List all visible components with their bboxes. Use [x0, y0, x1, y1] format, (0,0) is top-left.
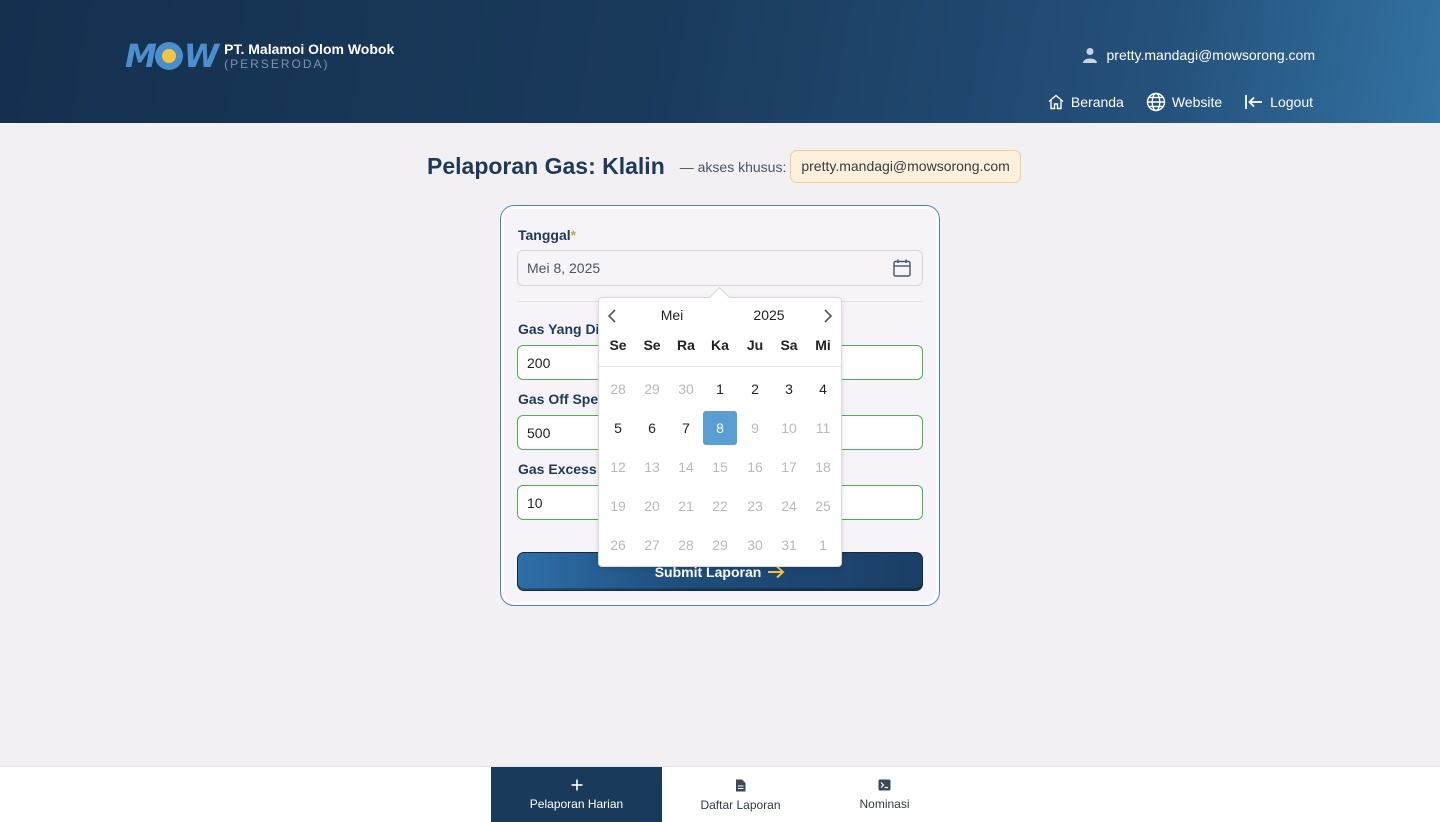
calendar-day[interactable]: 25: [806, 489, 840, 523]
document-icon: [736, 779, 746, 791]
prev-month-button[interactable]: [602, 306, 622, 326]
nav-logout-label: Logout: [1270, 94, 1313, 110]
terminal-icon: [878, 779, 891, 791]
header-nav: Beranda Website Logout: [1025, 92, 1313, 112]
tab-nominasi-label: Nominasi: [859, 797, 910, 811]
calendar-day[interactable]: 24: [772, 489, 806, 523]
calendar-day[interactable]: 1: [703, 372, 737, 406]
calendar-day[interactable]: 29: [703, 528, 737, 562]
weekday-header: Ka: [711, 337, 729, 353]
calendar-day-selected[interactable]: 8: [703, 411, 737, 445]
calendar-day[interactable]: 28: [601, 372, 635, 406]
date-input[interactable]: Mei 8, 2025: [517, 250, 923, 286]
calendar-day[interactable]: 30: [738, 528, 772, 562]
next-month-button[interactable]: [818, 306, 838, 326]
plus-icon: [571, 779, 582, 791]
app-header: MW PT. Malamoi Olom Wobok (PERSERODA) pr…: [0, 0, 1440, 123]
access-email-badge: pretty.mandagi@mowsorong.com: [790, 150, 1021, 183]
tab-daftar-laporan-label: Daftar Laporan: [700, 797, 781, 812]
calendar-day[interactable]: 10: [772, 411, 806, 445]
field-label-gas-excess: Gas Excess (: [518, 461, 606, 477]
calendar-day[interactable]: 20: [635, 489, 669, 523]
globe-icon: [1146, 92, 1166, 112]
datepicker-year[interactable]: 2025: [745, 307, 793, 323]
calendar-day[interactable]: 5: [601, 411, 635, 445]
nav-logout[interactable]: Logout: [1244, 93, 1313, 111]
calendar-day[interactable]: 14: [669, 450, 703, 484]
weekday-header: Ju: [746, 337, 764, 353]
weekday-header: Ra: [677, 337, 695, 353]
company-name: PT. Malamoi Olom Wobok: [224, 41, 395, 57]
weekday-header: Sa: [780, 337, 798, 353]
calendar-day[interactable]: 28: [669, 528, 703, 562]
chevron-left-icon: [607, 309, 616, 323]
calendar-day[interactable]: 21: [669, 489, 703, 523]
page-title: Pelaporan Gas: Klalin: [427, 153, 665, 179]
home-icon: [1048, 94, 1064, 110]
calendar-day[interactable]: 30: [669, 372, 703, 406]
datepicker-month[interactable]: Mei: [651, 307, 693, 323]
field-label-gas-yang-diambil: Gas Yang Dia: [518, 321, 608, 337]
title-row: Pelaporan Gas: Klalin — akses khusus: pr…: [427, 150, 1021, 183]
calendar-day[interactable]: 13: [635, 450, 669, 484]
bottom-nav: Pelaporan Harian Daftar Laporan Nominasi: [0, 766, 1440, 822]
calendar-day[interactable]: 15: [703, 450, 737, 484]
calendar-day[interactable]: 29: [635, 372, 669, 406]
date-label: Tanggal*: [518, 227, 576, 243]
tab-pelaporan-harian-label: Pelaporan Harian: [529, 797, 624, 811]
chevron-right-icon: [824, 309, 833, 323]
field-label-gas-off-spec: Gas Off Spec: [518, 391, 606, 407]
calendar-day[interactable]: 6: [635, 411, 669, 445]
nav-website[interactable]: Website: [1146, 92, 1222, 112]
tab-pelaporan-harian[interactable]: Pelaporan Harian: [491, 767, 662, 822]
weekday-header: Mi: [815, 337, 831, 353]
date-value: Mei 8, 2025: [527, 260, 601, 276]
calendar-day[interactable]: 22: [703, 489, 737, 523]
calendar-day[interactable]: 18: [806, 450, 840, 484]
calendar-day[interactable]: 26: [601, 528, 635, 562]
datepicker-popup: Mei 2025 Se Se Ra Ka Ju Sa Mi 28 29 30 1 2 3 4 5 6 7 8 9 10…: [598, 297, 842, 567]
user-info: pretty.mandagi@mowsorong.com: [1082, 47, 1315, 63]
calendar-day[interactable]: 27: [635, 528, 669, 562]
calendar-day[interactable]: 12: [601, 450, 635, 484]
nav-website-label: Website: [1171, 94, 1223, 110]
weekday-header: Se: [643, 337, 661, 353]
datepicker-separator: [599, 366, 841, 367]
date-label-text: Tanggal: [518, 227, 571, 243]
user-icon: [1082, 48, 1097, 63]
calendar-day[interactable]: 19: [601, 489, 635, 523]
user-email: pretty.mandagi@mowsorong.com: [1106, 47, 1315, 63]
company-subtitle: (PERSERODA): [224, 57, 330, 71]
tab-nominasi[interactable]: Nominasi: [799, 767, 970, 822]
calendar-day[interactable]: 7: [669, 411, 703, 445]
calendar-day[interactable]: 1: [806, 528, 840, 562]
calendar-day[interactable]: 4: [806, 372, 840, 406]
brand-text: PT. Malamoi Olom Wobok (PERSERODA): [224, 41, 394, 71]
calendar-day[interactable]: 16: [738, 450, 772, 484]
calendar-day[interactable]: 3: [772, 372, 806, 406]
access-label: — akses khusus:: [679, 158, 787, 175]
calendar-day[interactable]: 23: [738, 489, 772, 523]
calendar-day[interactable]: 9: [738, 411, 772, 445]
company-logo: MW: [125, 37, 219, 75]
brand[interactable]: MW PT. Malamoi Olom Wobok (PERSERODA): [125, 40, 394, 72]
logout-icon: [1245, 95, 1263, 109]
weekday-header: Se: [609, 337, 627, 353]
calendar-day[interactable]: 11: [806, 411, 840, 445]
nav-beranda[interactable]: Beranda: [1047, 93, 1124, 111]
required-mark: *: [570, 227, 577, 243]
calendar-day[interactable]: 31: [772, 528, 806, 562]
calendar-day[interactable]: 17: [772, 450, 806, 484]
calendar-icon[interactable]: [892, 258, 912, 278]
nav-beranda-label: Beranda: [1070, 94, 1124, 110]
calendar-day[interactable]: 2: [738, 372, 772, 406]
